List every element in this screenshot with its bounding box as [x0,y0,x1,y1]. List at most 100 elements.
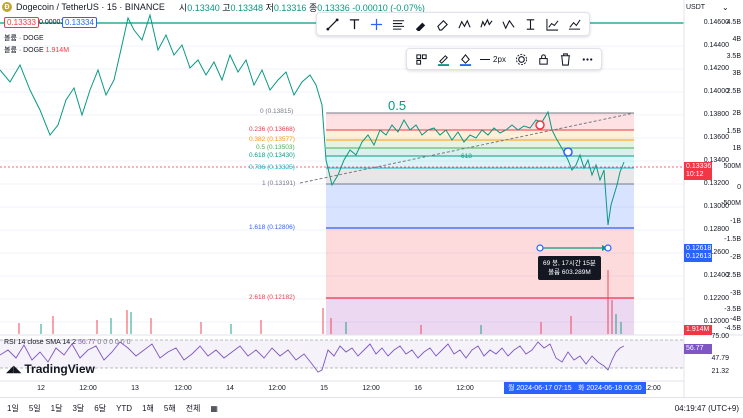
dogecoin-icon: Ð [2,2,12,12]
trend-anchor-red[interactable] [535,120,545,130]
price-axis-label: 0.12800 [703,226,729,233]
fill-color-icon[interactable] [454,49,476,69]
rsi-legend[interactable]: RSI 14 close SMA 14 2 56.77 0 0 0 0 0 0 [4,339,131,346]
current-price-tag: 0.13336 10:12 [684,162,712,180]
drawing-toolbar [316,12,590,36]
price-axis-label: 0.12000 [703,318,729,325]
volume-axis-label: -2B [730,254,741,261]
line-color-icon[interactable] [432,49,454,69]
trend-line-label: 618 [461,153,472,160]
price-axis-label: 0.12400 [703,272,729,279]
time-range-start: 월 2024-06-17 07:15 [504,382,576,394]
measure-anchor-start[interactable] [536,244,544,252]
volume-axis-label: 0 [737,184,741,191]
trend-line-tool-icon[interactable] [321,14,343,34]
calendar-icon[interactable]: ▦ [205,404,223,413]
fib-level-label: 2.618 (0.12182) [249,294,295,301]
range-3m-button[interactable]: 3달 [67,403,89,414]
price-axis-label: 0.12200 [703,295,729,302]
price-axis-label: 0.13200 [703,180,729,187]
time-axis-label: 13 [131,385,139,392]
volume-axis-label: 3B [732,70,741,77]
elliott-wave-tool-icon[interactable] [475,14,497,34]
tradingview-logo[interactable]: ◢◣ TradingView [6,362,95,376]
time-axis-label: 12:00 [643,385,661,392]
crosshair-tool-icon[interactable] [365,14,387,34]
volume-axis-label: 2.5B [726,88,741,95]
annotation-tool-icon[interactable] [563,14,585,34]
range-5d-button[interactable]: 5일 [24,403,46,414]
time-axis-label: 12:00 [174,385,192,392]
rsi-axis-label: 47.79 [711,355,729,362]
volume-axis-label: 500M [723,163,741,170]
range-price-tags: 0.12618 0.12613 [684,244,712,262]
brush-tool-icon[interactable] [409,14,431,34]
volume-axis-label: 3.5B [726,53,741,60]
measure-tool-icon[interactable] [519,14,541,34]
settings-gear-icon[interactable] [510,49,532,69]
range-1y-button[interactable]: 1해 [137,403,159,414]
pattern-tool-icon[interactable] [453,14,475,34]
volume-axis-label: -3B [730,290,741,297]
symbol-title[interactable]: Dogecoin / TetherUS · 15 · BINANCE [16,2,165,12]
price-axis-label: 0.14200 [703,65,729,72]
buy-price-box[interactable]: 0.13334 [62,17,97,28]
price-axis-label: 0.14400 [703,42,729,49]
fib-level-label: 0.236 (0.13668) [249,126,295,133]
trend-anchor-blue[interactable] [563,147,573,157]
object-toolbar: 2px [406,48,602,70]
chevron-down-icon[interactable]: ⌄ [722,3,729,12]
fib-level-label: 1.618 (0.12806) [249,224,295,231]
range-5y-button[interactable]: 5해 [159,403,181,414]
fib-level-label: 0.618 (0.13430) [249,152,295,159]
abcd-tool-icon[interactable] [497,14,519,34]
range-1d-button[interactable]: 1일 [2,403,24,414]
range-all-button[interactable]: 전체 [181,403,206,414]
clock-display[interactable]: 04:19:47 (UTC+9) [675,404,739,413]
range-ytd-button[interactable]: YTD [111,404,137,413]
bottom-toolbar: 1일 5일 1달 3달 6달 YTD 1해 5해 전체 ▦ 04:19:47 (… [0,397,743,418]
price-axis-label: 0.14600 [703,19,729,26]
range-6m-button[interactable]: 6달 [89,403,111,414]
fib-level-label: 1 (0.13191) [262,180,296,187]
measure-tooltip: 69 봉, 17시간 15분 볼륨 603.289M [538,256,601,280]
template-icon[interactable] [410,49,432,69]
fib-tool-icon[interactable] [387,14,409,34]
price-axis-label: 0.13600 [703,134,729,141]
measure-anchor-end[interactable] [604,244,612,252]
fib-retracement[interactable] [326,112,634,335]
time-axis-label: 15 [320,385,328,392]
fib-level-label: 0 (0.13815) [260,108,294,115]
volume-legend-1[interactable]: 볼륨 · DOGE [4,33,44,43]
chart-canvas[interactable] [0,0,743,418]
rsi-axis-label: 75.00 [711,333,729,340]
volume-axis-label: -500M [721,200,741,207]
fib-level-label: 0.786 (0.13325) [249,164,295,171]
price-axis-label: 0.14000 [703,88,729,95]
text-tool-icon[interactable] [343,14,365,34]
eraser-tool-icon[interactable] [431,14,453,34]
volume-axis-label: 4B [732,36,741,43]
more-options-icon[interactable] [576,49,598,69]
line-width-button[interactable]: 2px [476,49,510,69]
range-1m-button[interactable]: 1달 [46,403,68,414]
price-axis-label: 0.13800 [703,111,729,118]
fib-level-label: 0.5 (0.13503) [256,144,295,151]
volume-legend-2[interactable]: 볼륨 · DOGE 1.914M [4,45,69,55]
volume-axis-label: -4B [730,316,741,323]
lock-icon[interactable] [532,49,554,69]
time-axis-label: 12 [37,385,45,392]
sell-price-box[interactable]: 0.13333 [4,17,39,28]
volume-axis-label: 1B [732,145,741,152]
currency-label[interactable]: USDT [686,4,705,11]
time-axis-label: 14 [226,385,234,392]
volume-axis-label: 1.5B [726,128,741,135]
volume-axis-label: -1B [730,218,741,225]
trash-icon[interactable] [554,49,576,69]
fib-center-label: 0.5 [388,98,407,113]
volume-axis-label: 2B [732,110,741,117]
time-range-end: 화 2024-06-18 00:30 [574,382,646,394]
forecast-tool-icon[interactable] [541,14,563,34]
time-axis-label: 12:00 [268,385,286,392]
rsi-value-tag: 56.77 [684,344,712,354]
